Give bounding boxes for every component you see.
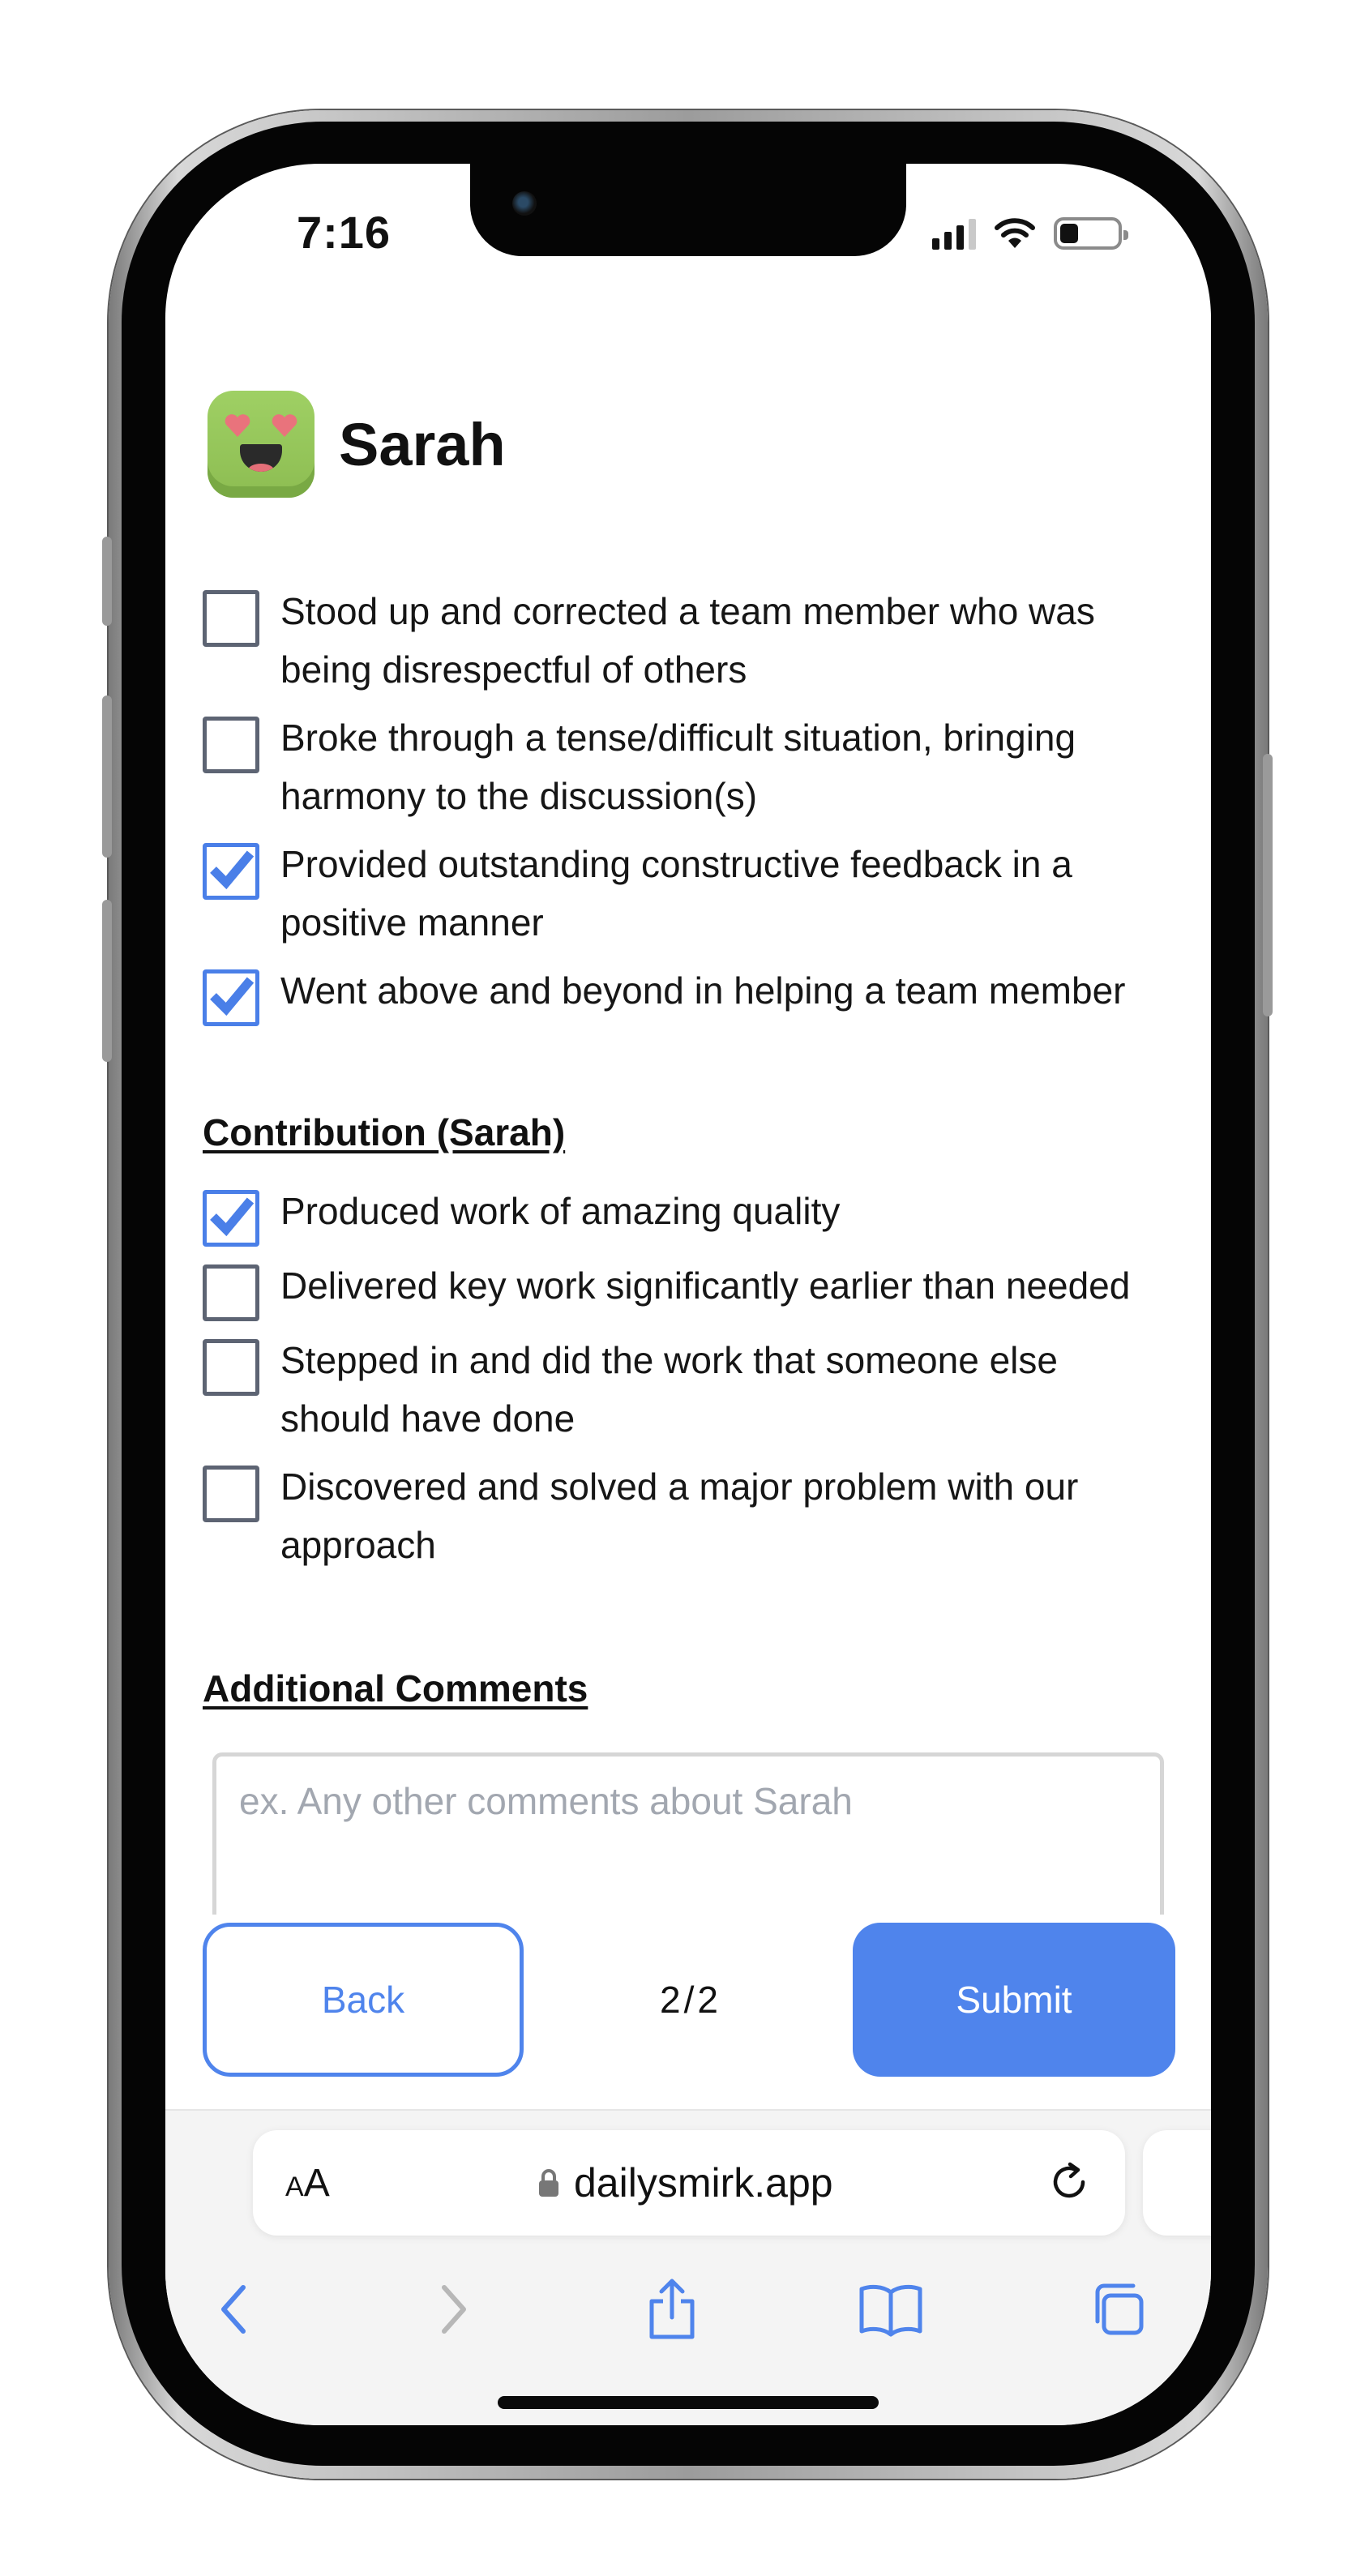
back-button[interactable]: Back [203, 1923, 524, 2077]
share-icon [649, 2279, 695, 2339]
status-time: 7:16 [296, 207, 392, 258]
checkbox[interactable] [203, 1466, 259, 1522]
address-bar[interactable]: AA dailysmirk.app [253, 2130, 1125, 2236]
comments-field-wrapper [212, 1752, 1164, 1915]
battery-icon [1054, 217, 1128, 250]
checkbox-checked[interactable] [203, 1190, 259, 1247]
volume-up-button [102, 695, 112, 858]
text-size-large-glyph: A [303, 2162, 330, 2205]
teamwork-checklist: Stood up and corrected a team member who… [203, 582, 1175, 1036]
comments-textarea[interactable] [216, 1757, 1160, 1915]
share-button[interactable] [627, 2265, 717, 2354]
checkmark-icon [210, 977, 254, 1016]
checkbox-checked[interactable] [203, 969, 259, 1026]
list-item: Delivered key work significantly earlier… [203, 1256, 1175, 1321]
status-icons [932, 216, 1128, 251]
text-size-small-glyph: A [285, 2172, 304, 2202]
chevron-left-icon [221, 2285, 246, 2334]
checkbox-label[interactable]: Discovered and solved a major problem wi… [280, 1457, 1175, 1574]
front-camera-icon [512, 191, 537, 216]
forward-nav-button[interactable] [409, 2265, 498, 2354]
checkmark-icon [210, 850, 254, 890]
checkbox[interactable] [203, 1339, 259, 1396]
power-button [1263, 754, 1273, 1016]
url-display[interactable]: dailysmirk.app [537, 2159, 833, 2206]
text-size-button[interactable]: AA [285, 2161, 330, 2206]
checkbox[interactable] [203, 1264, 259, 1321]
back-nav-button[interactable] [190, 2265, 279, 2354]
checkbox-label[interactable]: Provided outstanding constructive feedba… [280, 835, 1175, 952]
list-item: Stepped in and did the work that someone… [203, 1331, 1175, 1448]
checkmark-icon [210, 1197, 254, 1237]
list-item: Provided outstanding constructive feedba… [203, 835, 1175, 952]
submit-button[interactable]: Submit [853, 1923, 1175, 2077]
lock-icon [539, 2169, 558, 2197]
checkbox[interactable] [203, 590, 259, 647]
next-tab-preview[interactable] [1143, 2130, 1211, 2236]
checkbox-checked[interactable] [203, 843, 259, 900]
checkbox-label[interactable]: Broke through a tense/difficult situatio… [280, 708, 1175, 825]
list-item: Discovered and solved a major problem wi… [203, 1457, 1175, 1574]
tabs-button[interactable] [1073, 2265, 1162, 2354]
browser-chrome: AA dailysmirk.app [165, 2109, 1211, 2425]
silent-switch [102, 537, 112, 626]
phone-screen: 7:16 Sarah Stood up and corrected a team… [165, 164, 1211, 2425]
contribution-heading: Contribution (Sarah) [203, 1111, 566, 1153]
checkbox-label[interactable]: Stepped in and did the work that someone… [280, 1331, 1175, 1448]
checkbox-label[interactable]: Delivered key work significantly earlier… [280, 1256, 1175, 1315]
tabs-icon [1095, 2283, 1144, 2335]
checkbox-label[interactable]: Went above and beyond in helping a team … [280, 961, 1175, 1020]
list-item: Produced work of amazing quality [203, 1182, 1175, 1247]
wifi-icon [995, 218, 1035, 248]
home-indicator [498, 2396, 879, 2409]
cellular-signal-icon [932, 217, 976, 250]
list-item: Stood up and corrected a team member who… [203, 582, 1175, 699]
additional-comments-heading: Additional Comments [203, 1667, 588, 1709]
checkbox-label[interactable]: Produced work of amazing quality [280, 1182, 1175, 1240]
page-indicator: 2/2 [660, 1979, 721, 2021]
book-icon [859, 2284, 922, 2337]
heart-eyes-face-icon [208, 391, 315, 498]
reload-icon[interactable] [1046, 2158, 1094, 2206]
browser-toolbar [165, 2265, 1211, 2354]
volume-down-button [102, 900, 112, 1062]
contribution-checklist: Produced work of amazing quality Deliver… [203, 1182, 1175, 1584]
checkbox-label[interactable]: Stood up and corrected a team member who… [280, 582, 1175, 699]
notch [470, 164, 906, 256]
list-item: Went above and beyond in helping a team … [203, 961, 1175, 1026]
profile-name: Sarah [339, 410, 506, 478]
bookmarks-button[interactable] [846, 2265, 935, 2354]
chevron-right-icon [442, 2285, 466, 2334]
checkbox[interactable] [203, 717, 259, 773]
list-item: Broke through a tense/difficult situatio… [203, 708, 1175, 825]
url-text: dailysmirk.app [574, 2160, 833, 2206]
profile-header: Sarah [208, 391, 506, 498]
